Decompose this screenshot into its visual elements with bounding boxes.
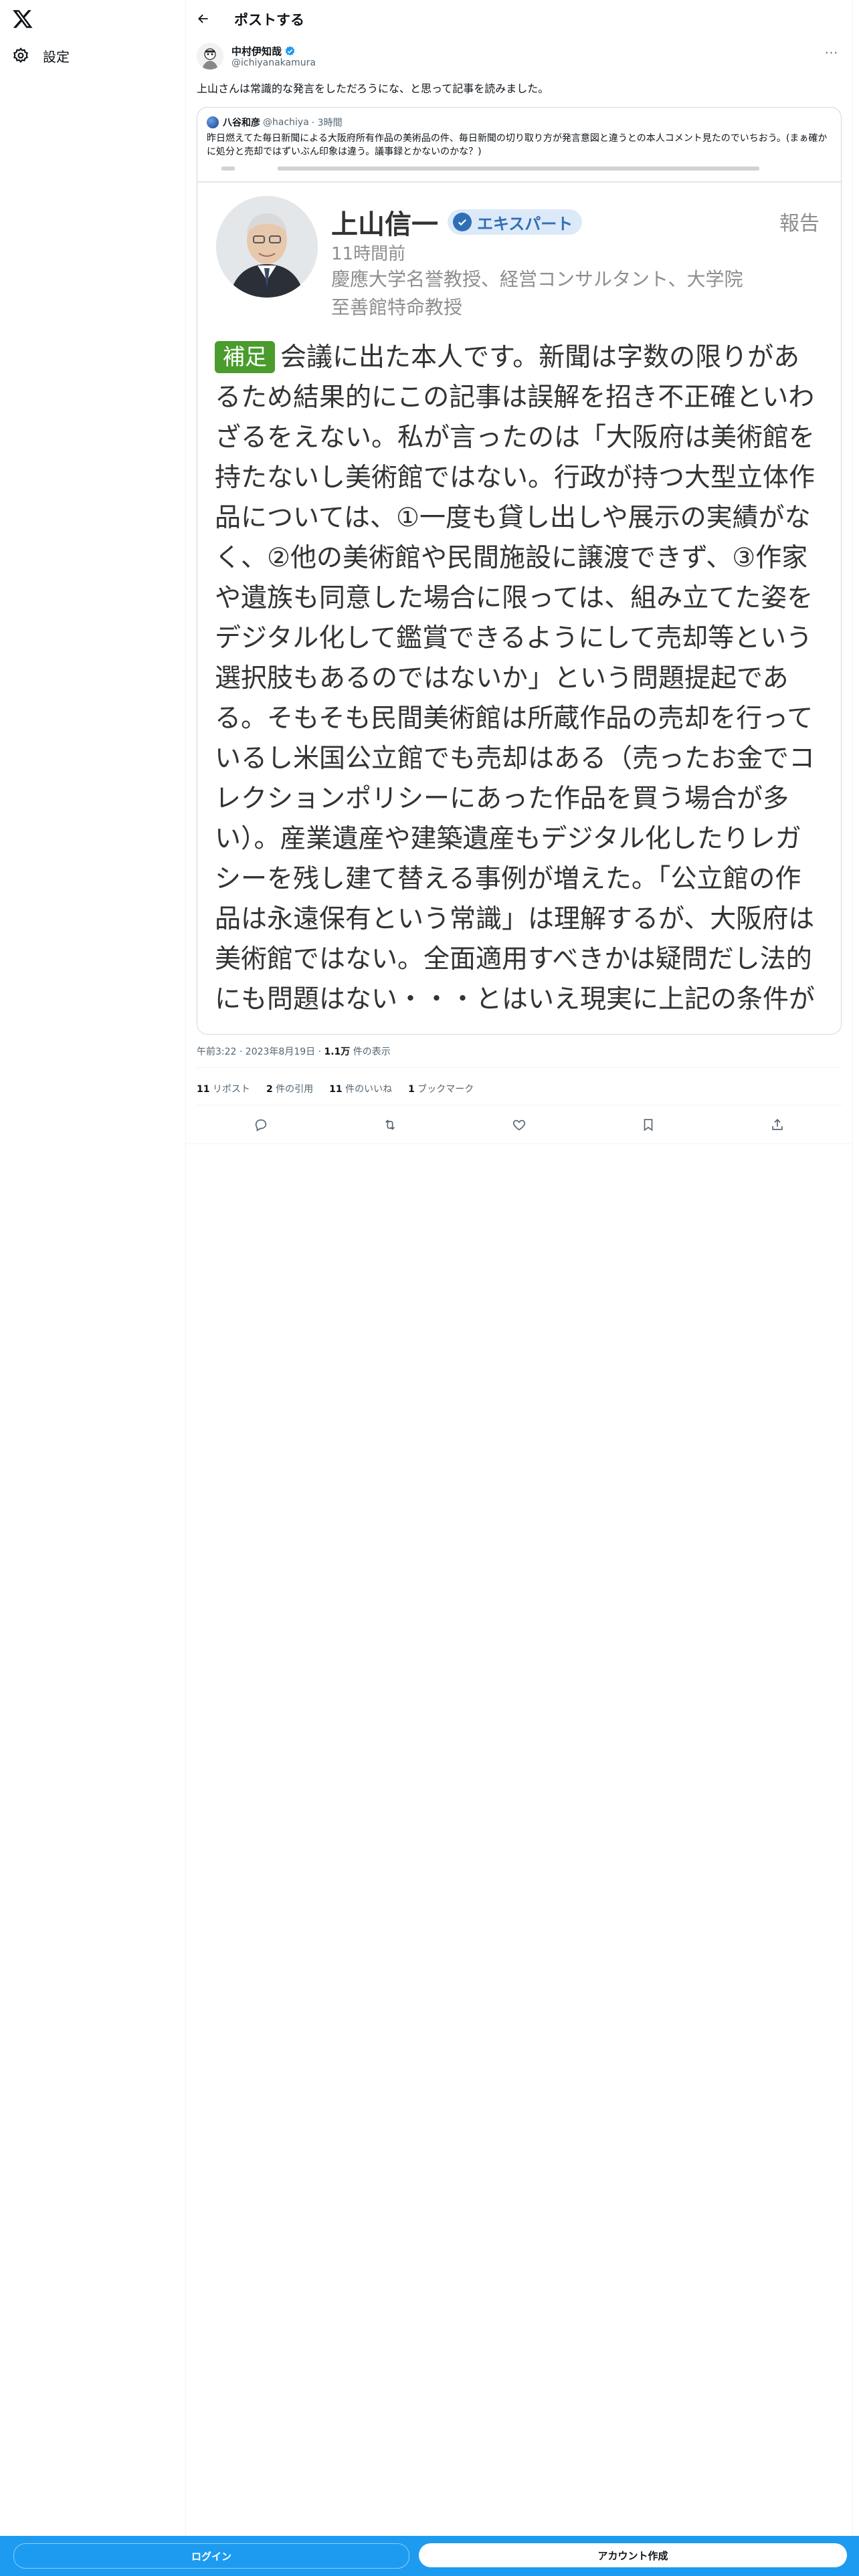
quoted-post-header: 八谷和彦 @hachiya · 3時間	[207, 116, 343, 129]
stat-quotes-label: 件の引用	[272, 1084, 314, 1095]
quoted-post-text: 昨日燃えてた毎日新聞による大阪府所有作品の美術品の件、毎日新聞の切り取り方が発言…	[207, 133, 828, 157]
engagement-stats: 11 リポスト 2 件の引用 11 件のいいね 1 ブックマーク	[197, 1082, 474, 1095]
post-timestamp: 午前3:22 · 2023年8月19日 · 1.1万 件の表示	[197, 1045, 391, 1058]
like-button[interactable]	[507, 1113, 531, 1137]
back-button[interactable]	[193, 8, 214, 29]
avatar[interactable]	[197, 43, 223, 70]
views-count: 1.1万	[324, 1047, 351, 1057]
supplement-tag: 補足	[215, 341, 275, 373]
quoted-time: · 3時間	[311, 118, 343, 128]
author-name-text: 中村伊知哉	[231, 45, 282, 58]
expert-photo	[216, 196, 318, 298]
arrow-left-icon	[198, 14, 208, 23]
check-circle-icon	[453, 213, 472, 231]
author-handle[interactable]: @ichiyanakamura	[231, 58, 316, 68]
reply-button[interactable]	[249, 1113, 273, 1137]
page-title: ポストする	[234, 12, 304, 28]
expert-title-line1: 慶應大学名誉教授、経営コンサルタント、大学院	[331, 268, 743, 290]
expert-comment-time: 11時間前	[331, 244, 406, 264]
stat-bookmarks[interactable]: 1 ブックマーク	[408, 1082, 474, 1095]
stat-bookmarks-count: 1	[408, 1084, 415, 1095]
quoted-post[interactable]: 八谷和彦 @hachiya · 3時間 昨日燃えてた毎日新聞による大阪府所有作品…	[197, 107, 842, 1035]
more-icon: ···	[824, 45, 839, 60]
stat-reposts[interactable]: 11 リポスト	[197, 1082, 250, 1095]
gear-icon	[13, 47, 28, 64]
nav-settings-label: 設定	[43, 48, 70, 65]
stat-likes-label: 件のいいね	[342, 1084, 393, 1095]
post-author: 中村伊知哉 @ichiyanakamura ···	[197, 43, 842, 72]
views-label: 件の表示	[350, 1047, 391, 1057]
stat-likes-count: 11	[329, 1084, 343, 1095]
stat-likes[interactable]: 11 件のいいね	[329, 1082, 392, 1095]
more-options-button[interactable]: ···	[822, 43, 842, 63]
quoted-author-name: 八谷和彦	[223, 118, 260, 128]
reply-icon	[256, 1119, 267, 1132]
bookmark-button[interactable]	[636, 1113, 660, 1137]
stat-reposts-label: リポスト	[209, 1084, 250, 1095]
login-button[interactable]: ログイン	[13, 2543, 409, 2569]
left-nav: 設定	[0, 0, 185, 2576]
expert-badge-label: エキスパート	[477, 214, 573, 233]
stat-bookmarks-label: ブックマーク	[414, 1084, 474, 1095]
image-top-strip	[197, 167, 841, 181]
x-logo-icon[interactable]	[12, 8, 33, 29]
expert-name-row: 上山信一 エキスパート	[331, 203, 583, 241]
share-button[interactable]	[765, 1113, 789, 1137]
report-link: 報告	[779, 212, 820, 235]
expert-comment-text: 会議に出た本人です。新聞は字数の限りがあるため結果的にこの記事は誤解を招き不正確…	[215, 342, 816, 1014]
divider	[197, 1067, 842, 1068]
repost-button[interactable]	[378, 1113, 402, 1137]
verified-badge-icon	[285, 46, 295, 56]
stat-quotes-count: 2	[266, 1084, 273, 1095]
quoted-author-handle: @hachiya	[263, 117, 309, 128]
action-bar	[197, 1106, 842, 1144]
signup-button[interactable]: アカウント作成	[419, 2543, 847, 2567]
main-column: ポストする 中村伊知哉 @ichiyanakamura ··· 上山さんは常識的…	[185, 0, 853, 2576]
expert-name: 上山信一	[331, 209, 438, 240]
bookmark-icon	[644, 1119, 653, 1132]
expert-badge: エキスパート	[448, 209, 583, 235]
post-text: 上山さんは常識的な発言をしただろうにな、と思って記事を読みました。	[197, 82, 549, 95]
quoted-avatar	[207, 116, 219, 128]
stat-reposts-count: 11	[197, 1084, 210, 1095]
bottom-auth-bar: ログイン アカウント作成	[0, 2536, 859, 2576]
heart-icon	[512, 1119, 526, 1131]
stat-quotes[interactable]: 2 件の引用	[266, 1082, 313, 1095]
quoted-image: 上山信一 エキスパート 報告 11時間前 慶應大学名誉教授、経営コンサルタント、…	[197, 167, 841, 1034]
expert-title-line2: 至善館特命教授	[331, 296, 463, 318]
repost-icon	[385, 1119, 395, 1130]
page-header: ポストする	[186, 0, 852, 37]
share-icon	[771, 1119, 783, 1130]
expert-comment-body: 補足 会議に出た本人です。新聞は字数の限りがあるため結果的にこの記事は誤解を招き不…	[215, 338, 821, 1020]
image-divider	[197, 181, 841, 183]
author-name[interactable]: 中村伊知哉	[231, 44, 296, 58]
post-date[interactable]: 午前3:22 · 2023年8月19日 ·	[197, 1047, 324, 1057]
nav-settings-link[interactable]: 設定	[12, 44, 70, 67]
